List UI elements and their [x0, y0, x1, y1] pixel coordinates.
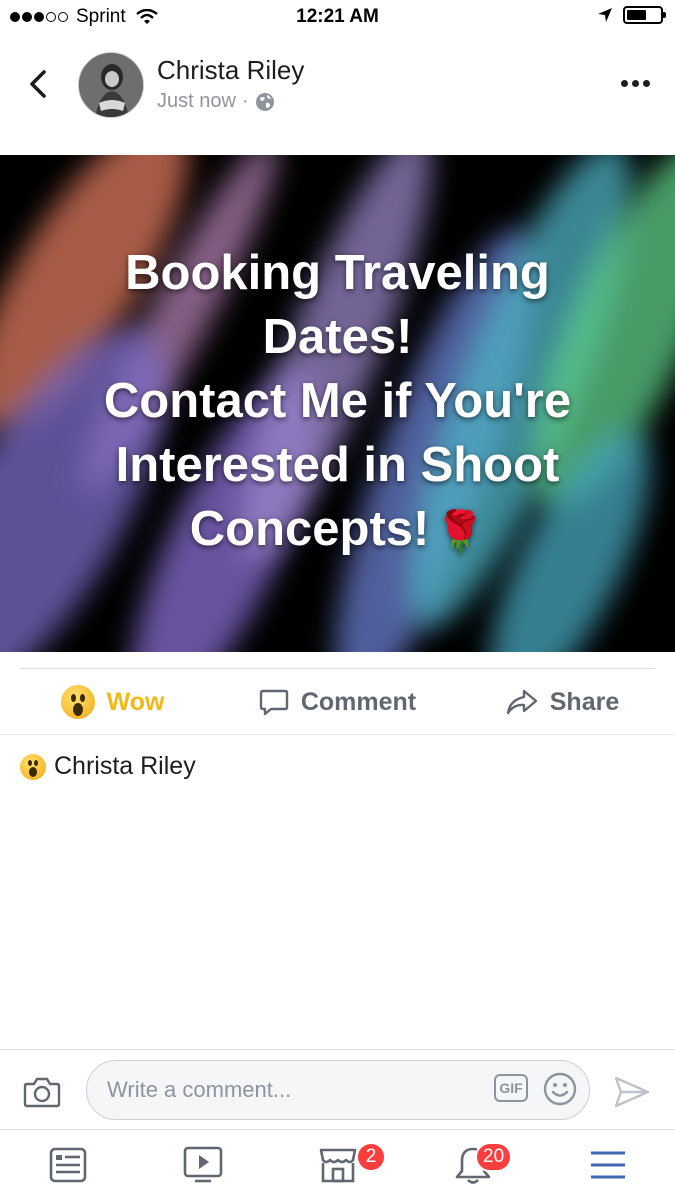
- post-action-bar: Wow Comment Share: [0, 670, 675, 734]
- author-name[interactable]: Christa Riley: [157, 55, 304, 86]
- divider: [0, 734, 675, 735]
- watch-video-icon: [183, 1146, 222, 1183]
- bottom-tab-bar: 2 20: [0, 1129, 675, 1200]
- post-timestamp: Just now: [157, 90, 236, 112]
- tab-notifications[interactable]: 20: [405, 1130, 540, 1200]
- send-button[interactable]: [612, 1072, 652, 1112]
- status-time: 12:21 AM: [296, 6, 379, 27]
- wow-label: Wow: [106, 687, 165, 716]
- comment-icon: [259, 689, 289, 716]
- post-text-line: Contact Me if You're: [103, 374, 572, 428]
- tab-menu[interactable]: [540, 1130, 675, 1200]
- send-icon: [614, 1076, 650, 1108]
- comment-button[interactable]: Comment: [225, 670, 450, 734]
- post-text-line: Concepts!: [189, 502, 430, 556]
- hamburger-menu-icon: [590, 1151, 625, 1179]
- post-header: Christa Riley Just now ·: [0, 40, 675, 140]
- tab-news-feed[interactable]: [0, 1130, 135, 1200]
- marketplace-badge: 2: [356, 1142, 386, 1172]
- tab-watch[interactable]: [135, 1130, 270, 1200]
- meta-separator: ·: [241, 90, 249, 112]
- marketplace-icon: [319, 1148, 356, 1183]
- reactions-summary[interactable]: Christa Riley: [20, 752, 196, 781]
- notifications-badge: 20: [475, 1142, 513, 1172]
- post-meta: Just now ·: [157, 90, 275, 113]
- wow-reaction-button[interactable]: Wow: [0, 670, 225, 734]
- share-button[interactable]: Share: [450, 670, 675, 734]
- wow-emoji-icon: [20, 753, 46, 780]
- location-arrow-icon: [598, 8, 612, 22]
- smiley-icon: [543, 1072, 577, 1106]
- status-bar: Sprint 12:21 AM: [0, 0, 675, 34]
- share-label: Share: [549, 687, 620, 716]
- camera-icon: [23, 1077, 61, 1108]
- back-button[interactable]: [20, 64, 56, 104]
- news-feed-icon: [49, 1147, 86, 1183]
- post-text-line: Interested in Shoot: [115, 438, 560, 492]
- gif-button[interactable]: GIF: [494, 1074, 528, 1102]
- post-text-line: Booking Traveling: [125, 246, 550, 300]
- wow-emoji-icon: [60, 685, 95, 719]
- rose-emoji: 🌹: [435, 510, 486, 554]
- post-image-text: Booking Traveling Dates! Contact Me if Y…: [0, 241, 675, 564]
- post-text-line-last: Concepts! 🌹: [30, 497, 645, 564]
- avatar-photo: [79, 53, 143, 117]
- camera-button[interactable]: [22, 1072, 62, 1112]
- battery-level: [627, 10, 647, 20]
- reactor-name: Christa Riley: [54, 752, 196, 780]
- post-image[interactable]: Booking Traveling Dates! Contact Me if Y…: [0, 155, 675, 652]
- globe-icon: [255, 92, 274, 111]
- battery-icon: [623, 6, 666, 24]
- share-icon: [506, 689, 537, 715]
- tab-marketplace[interactable]: 2: [270, 1130, 405, 1200]
- emoji-button[interactable]: [543, 1072, 577, 1106]
- comment-composer: GIF: [0, 1049, 675, 1129]
- status-right: [597, 6, 666, 24]
- divider: [20, 668, 655, 669]
- chevron-left-icon: [30, 70, 46, 98]
- more-options-button[interactable]: [615, 68, 655, 98]
- comment-label: Comment: [300, 687, 417, 716]
- avatar[interactable]: [78, 52, 144, 118]
- post-text-line: Dates!: [262, 310, 413, 364]
